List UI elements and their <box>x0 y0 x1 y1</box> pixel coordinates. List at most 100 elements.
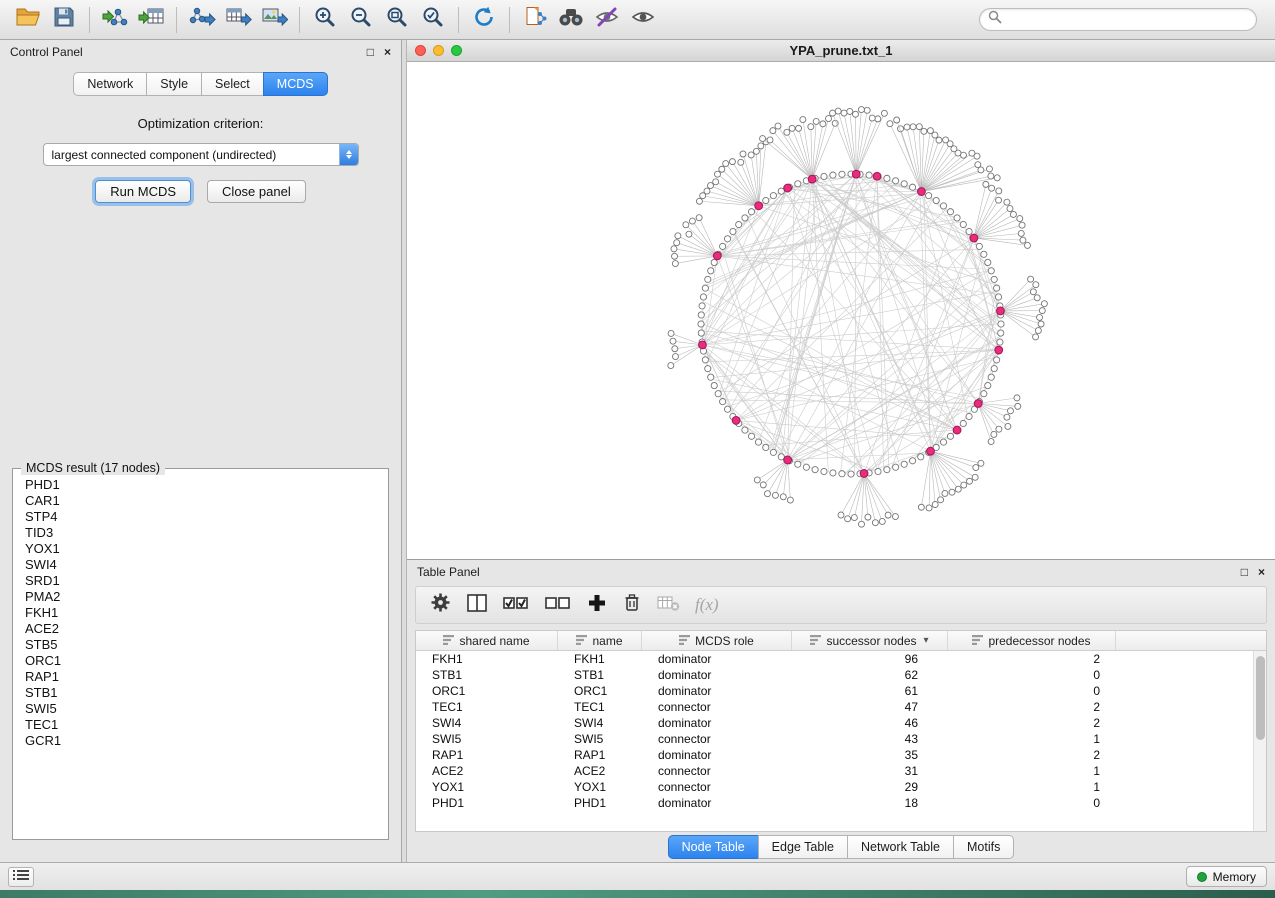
network-ring-node[interactable] <box>866 172 872 178</box>
network-leaf-node[interactable] <box>869 115 875 121</box>
network-ring-node[interactable] <box>698 312 704 318</box>
save-session-button[interactable] <box>46 4 82 36</box>
network-ring-node[interactable] <box>848 471 854 477</box>
network-leaf-node[interactable] <box>845 516 851 522</box>
network-ring-node[interactable] <box>736 221 742 227</box>
select-all-button[interactable] <box>503 594 530 617</box>
mcds-node[interactable] <box>784 456 792 464</box>
share-document-button[interactable] <box>517 4 553 36</box>
network-ring-node[interactable] <box>839 471 845 477</box>
network-ring-node[interactable] <box>981 251 987 257</box>
network-ring-node[interactable] <box>715 391 721 397</box>
network-leaf-node[interactable] <box>748 152 754 158</box>
tab-network[interactable]: Network <box>73 72 147 96</box>
network-ring-node[interactable] <box>947 433 953 439</box>
network-leaf-node[interactable] <box>675 233 681 239</box>
show-columns-button[interactable] <box>466 593 488 618</box>
network-leaf-node[interactable] <box>1030 289 1036 295</box>
delete-table-button[interactable] <box>657 594 680 617</box>
mcds-node[interactable] <box>784 184 792 192</box>
network-leaf-node[interactable] <box>1035 328 1041 334</box>
network-ring-node[interactable] <box>909 458 915 464</box>
network-ring-node[interactable] <box>988 268 994 274</box>
network-leaf-node[interactable] <box>852 111 858 117</box>
network-leaf-node[interactable] <box>713 179 719 185</box>
network-leaf-node[interactable] <box>972 474 978 480</box>
network-ring-node[interactable] <box>960 420 966 426</box>
network-leaf-node[interactable] <box>813 118 819 124</box>
network-leaf-node[interactable] <box>672 346 678 352</box>
network-leaf-node[interactable] <box>1024 242 1030 248</box>
network-leaf-node[interactable] <box>1028 276 1034 282</box>
function-builder-button[interactable]: f(x) <box>695 595 719 615</box>
open-file-button[interactable] <box>10 4 46 36</box>
network-leaf-node[interactable] <box>978 460 984 466</box>
network-ring-node[interactable] <box>748 433 754 439</box>
network-leaf-node[interactable] <box>942 490 948 496</box>
network-ring-node[interactable] <box>884 175 890 181</box>
network-leaf-node[interactable] <box>775 123 781 129</box>
network-leaf-node[interactable] <box>916 124 922 130</box>
network-ring-node[interactable] <box>748 209 754 215</box>
network-leaf-node[interactable] <box>936 137 942 143</box>
network-leaf-node[interactable] <box>921 128 927 134</box>
network-leaf-node[interactable] <box>1017 216 1023 222</box>
mcds-node[interactable] <box>732 417 740 425</box>
network-ring-node[interactable] <box>755 439 761 445</box>
mcds-result-item[interactable]: SWI4 <box>15 557 386 573</box>
network-leaf-node[interactable] <box>1039 308 1045 314</box>
optimization-criterion-select[interactable]: largest connected component (undirected) <box>43 143 359 166</box>
column-header-predecessor-nodes[interactable]: predecessor nodes <box>948 631 1116 650</box>
network-leaf-node[interactable] <box>1007 206 1013 212</box>
mcds-result-item[interactable]: YOX1 <box>15 541 386 557</box>
network-leaf-node[interactable] <box>885 512 891 518</box>
network-leaf-node[interactable] <box>910 124 916 130</box>
close-panel-icon[interactable]: × <box>1258 566 1265 578</box>
network-leaf-node[interactable] <box>988 439 994 445</box>
network-ring-node[interactable] <box>803 464 809 470</box>
network-leaf-node[interactable] <box>835 108 841 114</box>
float-panel-icon[interactable]: □ <box>1241 566 1248 578</box>
table-row[interactable]: YOX1YOX1connector291 <box>416 779 1253 795</box>
mcds-node[interactable] <box>995 346 1003 354</box>
network-leaf-node[interactable] <box>949 489 955 495</box>
network-ring-node[interactable] <box>720 243 726 249</box>
network-leaf-node[interactable] <box>696 198 702 204</box>
network-leaf-node[interactable] <box>927 128 933 134</box>
network-ring-node[interactable] <box>711 382 717 388</box>
network-leaf-node[interactable] <box>789 125 795 131</box>
zoom-out-button[interactable] <box>343 4 379 36</box>
network-leaf-node[interactable] <box>996 197 1002 203</box>
export-table-button[interactable] <box>220 4 256 36</box>
network-leaf-node[interactable] <box>767 137 773 143</box>
network-leaf-node[interactable] <box>879 518 885 524</box>
network-leaf-node[interactable] <box>904 124 910 130</box>
network-leaf-node[interactable] <box>784 129 790 135</box>
network-leaf-node[interactable] <box>1010 211 1016 217</box>
network-leaf-node[interactable] <box>961 482 967 488</box>
network-leaf-node[interactable] <box>1007 408 1013 414</box>
network-ring-node[interactable] <box>966 228 972 234</box>
network-ring-node[interactable] <box>742 427 748 433</box>
network-leaf-node[interactable] <box>983 181 989 187</box>
network-leaf-node[interactable] <box>689 218 695 224</box>
network-leaf-node[interactable] <box>772 492 778 498</box>
scrollbar-thumb[interactable] <box>1256 656 1265 740</box>
mcds-node[interactable] <box>713 252 721 260</box>
table-row[interactable]: TEC1TEC1connector472 <box>416 699 1253 715</box>
network-ring-node[interactable] <box>770 193 776 199</box>
network-leaf-node[interactable] <box>841 110 847 116</box>
column-header-successor-nodes[interactable]: successor nodes▾ <box>792 631 948 650</box>
network-ring-node[interactable] <box>763 197 769 203</box>
add-column-button[interactable] <box>587 593 607 618</box>
network-ring-node[interactable] <box>821 468 827 474</box>
network-ring-node[interactable] <box>976 243 982 249</box>
close-panel-icon[interactable]: × <box>384 46 391 58</box>
table-row[interactable]: SWI4SWI4dominator462 <box>416 715 1253 731</box>
import-table-button[interactable] <box>133 4 169 36</box>
network-ring-node[interactable] <box>940 439 946 445</box>
network-leaf-node[interactable] <box>838 512 844 518</box>
network-ring-node[interactable] <box>812 467 818 473</box>
network-leaf-node[interactable] <box>753 148 759 154</box>
search-input[interactable] <box>1008 13 1248 27</box>
